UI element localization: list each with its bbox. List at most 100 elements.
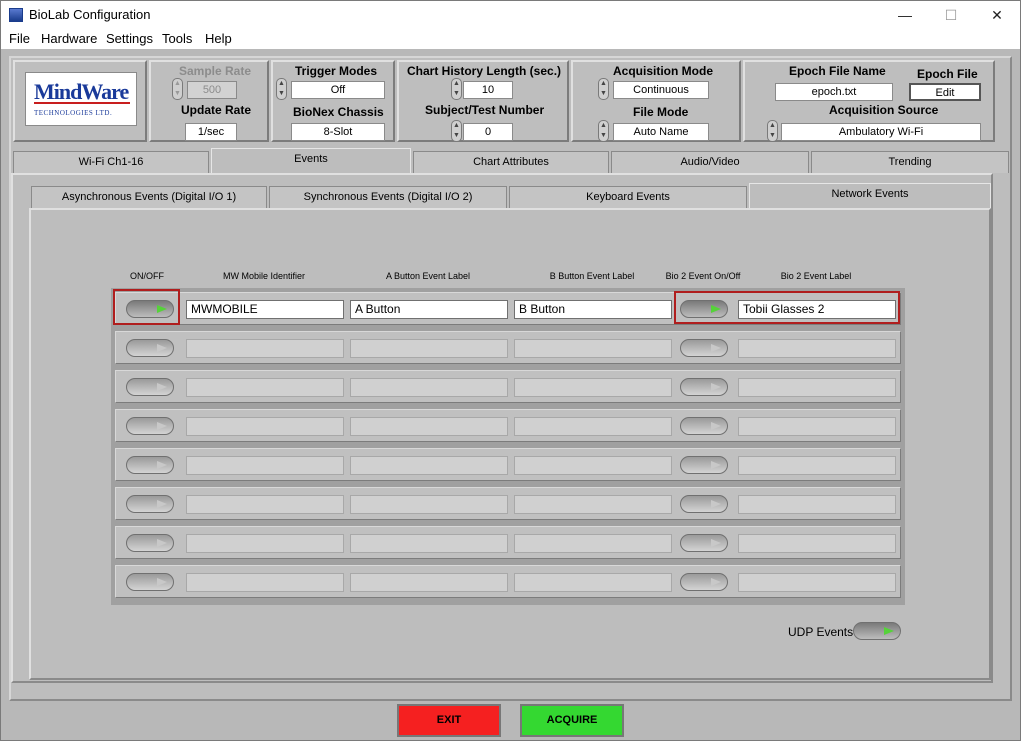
- row-on-off-toggle[interactable]: [126, 573, 174, 591]
- toggle-led-icon: [157, 344, 167, 352]
- col-header-b-button: B Button Event Label: [549, 271, 635, 281]
- b-button-label-field[interactable]: B Button: [514, 300, 672, 319]
- epoch-file-name-field[interactable]: epoch.txt: [775, 83, 893, 101]
- subject-number-field[interactable]: 0: [463, 123, 513, 141]
- mw-identifier-field[interactable]: MWMOBILE: [186, 300, 344, 319]
- row-on-off-toggle[interactable]: [126, 456, 174, 474]
- minimize-button[interactable]: —: [882, 1, 928, 29]
- main-panel: MindWare TECHNOLOGIES LTD. Sample Rate ▲…: [1, 49, 1020, 740]
- window-title: BioLab Configuration: [29, 7, 151, 22]
- acquisition-mode-field[interactable]: Continuous: [613, 81, 709, 99]
- a-button-label-field[interactable]: [350, 417, 508, 436]
- menu-hardware[interactable]: Hardware: [41, 31, 97, 46]
- udp-events-label: UDP Events: [788, 625, 854, 639]
- col-header-bio2-label: Bio 2 Event Label: [780, 271, 852, 281]
- b-button-label-field[interactable]: [514, 417, 672, 436]
- tab-audio-video[interactable]: Audio/Video: [611, 151, 809, 173]
- bio2-on-off-toggle[interactable]: [680, 378, 728, 396]
- table-row: [115, 565, 901, 598]
- menu-help[interactable]: Help: [205, 31, 232, 46]
- file-mode-stepper[interactable]: ▲ ▼: [598, 120, 609, 142]
- trigger-modes-field[interactable]: Off: [291, 81, 385, 99]
- tab-trending[interactable]: Trending: [811, 151, 1009, 173]
- bio2-label-field[interactable]: [738, 378, 896, 397]
- bionex-chassis-field[interactable]: 8-Slot: [291, 123, 385, 141]
- a-button-label-field[interactable]: [350, 456, 508, 475]
- bio2-on-off-toggle[interactable]: [680, 573, 728, 591]
- subtab-network-events[interactable]: Network Events: [749, 183, 991, 208]
- exit-button[interactable]: EXIT: [397, 704, 501, 737]
- bio2-on-off-toggle[interactable]: [680, 456, 728, 474]
- bio2-label-field[interactable]: [738, 534, 896, 553]
- acquisition-mode-stepper[interactable]: ▲ ▼: [598, 78, 609, 100]
- subject-number-stepper[interactable]: ▲ ▼: [451, 120, 462, 142]
- bio2-on-off-toggle[interactable]: [680, 339, 728, 357]
- table-row: [115, 370, 901, 403]
- a-button-label-field[interactable]: [350, 573, 508, 592]
- bio2-label-field[interactable]: [738, 573, 896, 592]
- update-rate-label: Update Rate: [181, 103, 252, 117]
- b-button-label-field[interactable]: [514, 456, 672, 475]
- tab-events[interactable]: Events: [211, 148, 411, 173]
- toggle-led-icon: [157, 578, 167, 586]
- mw-identifier-field[interactable]: [186, 534, 344, 553]
- row-on-off-toggle[interactable]: [126, 378, 174, 396]
- bio2-label-field[interactable]: [738, 456, 896, 475]
- acquisition-mode-label: Acquisition Mode: [613, 64, 713, 78]
- mw-identifier-field[interactable]: [186, 339, 344, 358]
- b-button-label-field[interactable]: [514, 534, 672, 553]
- epoch-file-edit-button[interactable]: Edit: [909, 83, 981, 101]
- acquire-button[interactable]: ACQUIRE: [520, 704, 624, 737]
- mw-identifier-field[interactable]: [186, 417, 344, 436]
- b-button-label-field[interactable]: [514, 339, 672, 358]
- b-button-label-field[interactable]: [514, 573, 672, 592]
- subtab-keyboard-events[interactable]: Keyboard Events: [509, 186, 747, 208]
- table-row: [115, 409, 901, 442]
- chart-history-field[interactable]: 10: [463, 81, 513, 99]
- subtab-synchronous-events[interactable]: Synchronous Events (Digital I/O 2): [269, 186, 507, 208]
- menu-settings[interactable]: Settings: [106, 31, 153, 46]
- row-on-off-toggle[interactable]: [126, 534, 174, 552]
- b-button-label-field[interactable]: [514, 378, 672, 397]
- logo-box: MindWare TECHNOLOGIES LTD.: [13, 60, 147, 142]
- acquisition-source-stepper[interactable]: ▲ ▼: [767, 120, 778, 142]
- a-button-label-field[interactable]: [350, 339, 508, 358]
- menu-tools[interactable]: Tools: [162, 31, 192, 46]
- mw-identifier-field[interactable]: [186, 573, 344, 592]
- bio2-on-off-toggle[interactable]: [680, 417, 728, 435]
- acquisition-source-field[interactable]: Ambulatory Wi-Fi: [781, 123, 981, 141]
- chart-history-stepper[interactable]: ▲ ▼: [451, 78, 462, 100]
- row-on-off-toggle[interactable]: [126, 339, 174, 357]
- b-button-label-field[interactable]: [514, 495, 672, 514]
- trigger-modes-label: Trigger Modes: [295, 64, 378, 78]
- bio2-on-off-toggle[interactable]: [680, 534, 728, 552]
- a-button-label-field[interactable]: A Button: [350, 300, 508, 319]
- acquisition-box: Acquisition Mode ▲ ▼ Continuous File Mode…: [571, 60, 741, 142]
- mw-identifier-field[interactable]: [186, 456, 344, 475]
- mw-identifier-field[interactable]: [186, 378, 344, 397]
- bio2-label-field[interactable]: [738, 495, 896, 514]
- toggle-led-icon: [157, 539, 167, 547]
- row-on-off-toggle[interactable]: [126, 495, 174, 513]
- mw-identifier-field[interactable]: [186, 495, 344, 514]
- bio2-label-field[interactable]: [738, 339, 896, 358]
- history-box: Chart History Length (sec.) ▲ ▼ 10 Subjec…: [397, 60, 569, 142]
- menu-file[interactable]: File: [9, 31, 30, 46]
- close-button[interactable]: ✕: [974, 1, 1020, 29]
- update-rate-field[interactable]: 1/sec: [185, 123, 237, 141]
- subtab-asynchronous-events[interactable]: Asynchronous Events (Digital I/O 1): [31, 186, 267, 208]
- row-on-off-toggle[interactable]: [126, 417, 174, 435]
- tab-chart-attributes[interactable]: Chart Attributes: [413, 151, 609, 173]
- tab-wifi-ch1-16[interactable]: Wi-Fi Ch1-16: [13, 151, 209, 173]
- bio2-on-off-toggle[interactable]: [680, 495, 728, 513]
- bio2-label-field[interactable]: [738, 417, 896, 436]
- udp-events-toggle[interactable]: [853, 622, 901, 640]
- epoch-box: Epoch File Name epoch.txt Epoch File Edi…: [743, 60, 995, 142]
- file-mode-field[interactable]: Auto Name: [613, 123, 709, 141]
- a-button-label-field[interactable]: [350, 495, 508, 514]
- a-button-label-field[interactable]: [350, 534, 508, 553]
- maximize-button[interactable]: ☐: [928, 1, 974, 29]
- a-button-label-field[interactable]: [350, 378, 508, 397]
- trigger-modes-stepper[interactable]: ▲ ▼: [276, 78, 287, 100]
- col-header-a-button: A Button Event Label: [385, 271, 471, 281]
